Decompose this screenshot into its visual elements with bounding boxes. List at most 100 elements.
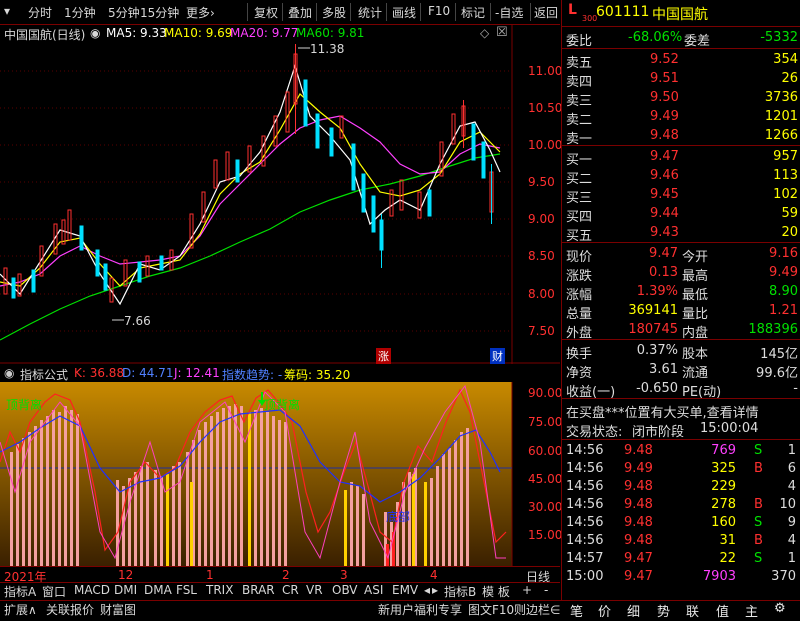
finance-label: 净资 [566,366,593,381]
tab-shi[interactable]: 势 [657,601,670,620]
bid-volume: 113 [773,168,798,183]
notice-row[interactable]: 在买盘***位置有大买单,查看详情 [562,401,798,421]
tab-indicator-a[interactable]: 指标A [4,583,36,599]
stock-code[interactable]: 601111 [596,4,649,20]
biaoji-button[interactable]: 标记 [461,4,485,21]
ding-beili-label: 顶背离 [6,398,43,412]
zhang-badge[interactable]: 涨 [376,348,391,364]
add-button[interactable]: + [522,583,532,599]
tab-zhi[interactable]: 值 [716,601,729,620]
tongji-button[interactable]: 统计 [358,4,382,21]
zixuan-button[interactable]: -自选 [495,4,523,21]
tab-bi[interactable]: 笔 [570,601,583,620]
tab-obv[interactable]: OBV [332,583,358,599]
remove-button[interactable]: - [544,583,548,599]
duogu-button[interactable]: 多股 [322,4,346,21]
tick-side: B [754,533,763,548]
scroll-right-icon[interactable]: ▸ [432,583,438,599]
market-sub: 300 [582,14,598,23]
settings-icon[interactable]: ⚙ [774,601,786,619]
tab-fsl[interactable]: FSL [176,583,197,599]
f10-button[interactable]: F10 [428,4,450,18]
quote-row: 涨幅 1.39% 最低 8.90 [562,283,798,303]
tick-price: 9.48 [624,479,653,494]
tab-emv[interactable]: EMV [392,583,418,599]
bid-price: 9.46 [650,168,679,183]
finance-value: 0.37% [636,343,678,358]
weibi-value: -68.06% [628,30,683,45]
tab-1min[interactable]: 1分钟 [64,4,96,21]
tab-5min[interactable]: 5分钟 [108,4,140,21]
tick-side: B [754,461,763,476]
tab-cr[interactable]: CR [282,583,299,599]
diamond-icon[interactable]: ◇ [480,26,489,40]
quote-value: 0.13 [649,265,678,280]
big-order-notice[interactable]: 在买盘***位置有大买单,查看详情 [566,402,759,421]
finance-label: 换手 [566,347,593,362]
quote-value: 1.39% [636,284,678,299]
sidebar-tab[interactable]: 则边栏∈ [514,601,560,619]
indicator-header: ◉ 指标公式 K: 36.88 D: 44.71 J: 12.41 指数趋势: … [0,364,560,382]
tab-dma[interactable]: DMA [144,583,172,599]
tab-indicator-b[interactable]: 指标B [444,583,476,599]
quote-label: 涨幅 [566,288,593,303]
indicator-label[interactable]: 指标公式 [20,366,68,383]
finance-row: 收益(一) -0.650 PE(动) - [562,380,798,400]
tab-15min[interactable]: 15分钟 [140,4,179,21]
tab-brar[interactable]: BRAR [242,583,275,599]
trend-value: 指数趋势: - [222,368,283,382]
down-arrow-icon[interactable]: ◉ [90,26,100,40]
quote-value: 9.49 [769,265,798,280]
kline-chart[interactable]: 中国国航(日线) ◉ MA5: 9.33 MA10: 9.69 MA20: 9.… [0,24,563,364]
tick-volume: 278 [711,497,736,512]
y-tick: 10.00 [528,138,563,152]
tab-jia[interactable]: 价 [598,601,611,620]
dibu-label: 底部 [386,510,411,524]
related-quotes-tab[interactable]: 关联报价 [46,601,94,619]
bid-level-label: 买二 [566,172,593,187]
stock-name[interactable]: 中国国航 [652,4,708,24]
scroll-left-icon[interactable]: ◂ [424,583,430,599]
time-axis: 2021年 12 1 2 3 4 日线 [0,566,560,584]
tab-fenshi[interactable]: 分时 [28,4,52,21]
huaxian-button[interactable]: 画线 [392,4,416,21]
tick-time: 15:00 [566,569,604,584]
quote-value: 9.47 [649,246,678,261]
tab-xi[interactable]: 细 [627,601,640,620]
tab-window[interactable]: 窗口 [42,583,66,599]
tab-dmi[interactable]: DMI [114,583,137,599]
f10-graphic-tab[interactable]: 图文F10 [468,601,514,619]
indicator-chart[interactable]: 顶背离 顶背离 底部 90.00 75.00 60.00 45.00 30.00… [0,382,563,566]
fanhui-button[interactable]: 返回 [534,4,558,21]
quote-value: 1.21 [769,303,798,318]
diejia-button[interactable]: 叠加 [288,4,312,21]
tab-more[interactable]: 更多› [186,4,215,21]
ind-y-tick: 75.00 [528,415,563,429]
tab-template[interactable]: 模 板 [482,583,510,599]
quote-label: 最高 [682,269,709,284]
tab-asi[interactable]: ASI [364,583,383,599]
candles [3,44,494,303]
tab-trix[interactable]: TRIX [206,583,233,599]
ding-beili-label: 顶背离 [264,398,301,412]
tick-count: 6 [787,461,796,476]
tick-time: 14:56 [566,461,604,476]
y-tick: 8.50 [528,249,555,263]
indicator-menu-icon[interactable]: ◉ [4,366,14,380]
ask-level-label: 卖一 [566,132,593,147]
tab-zhu[interactable]: 主 [745,601,758,620]
promo-link[interactable]: 新用户福利专享 [378,601,462,619]
ask-level-label: 卖四 [566,75,593,90]
ask-volume: 3736 [764,90,798,105]
tab-lian[interactable]: 联 [686,601,699,620]
close-icon[interactable]: ☒ [496,25,508,40]
menu-arrow-icon[interactable]: ▾ [4,4,10,18]
fuquan-button[interactable]: 复权 [254,4,278,21]
tab-vr[interactable]: VR [306,583,323,599]
tab-macd[interactable]: MACD [74,583,110,599]
wealth-chart-tab[interactable]: 财富图 [100,601,136,619]
expand-button[interactable]: 扩展∧ [4,601,37,619]
cai-badge[interactable]: 财 [490,348,505,364]
ma20-line [0,115,501,287]
time-label: 3 [340,568,348,582]
